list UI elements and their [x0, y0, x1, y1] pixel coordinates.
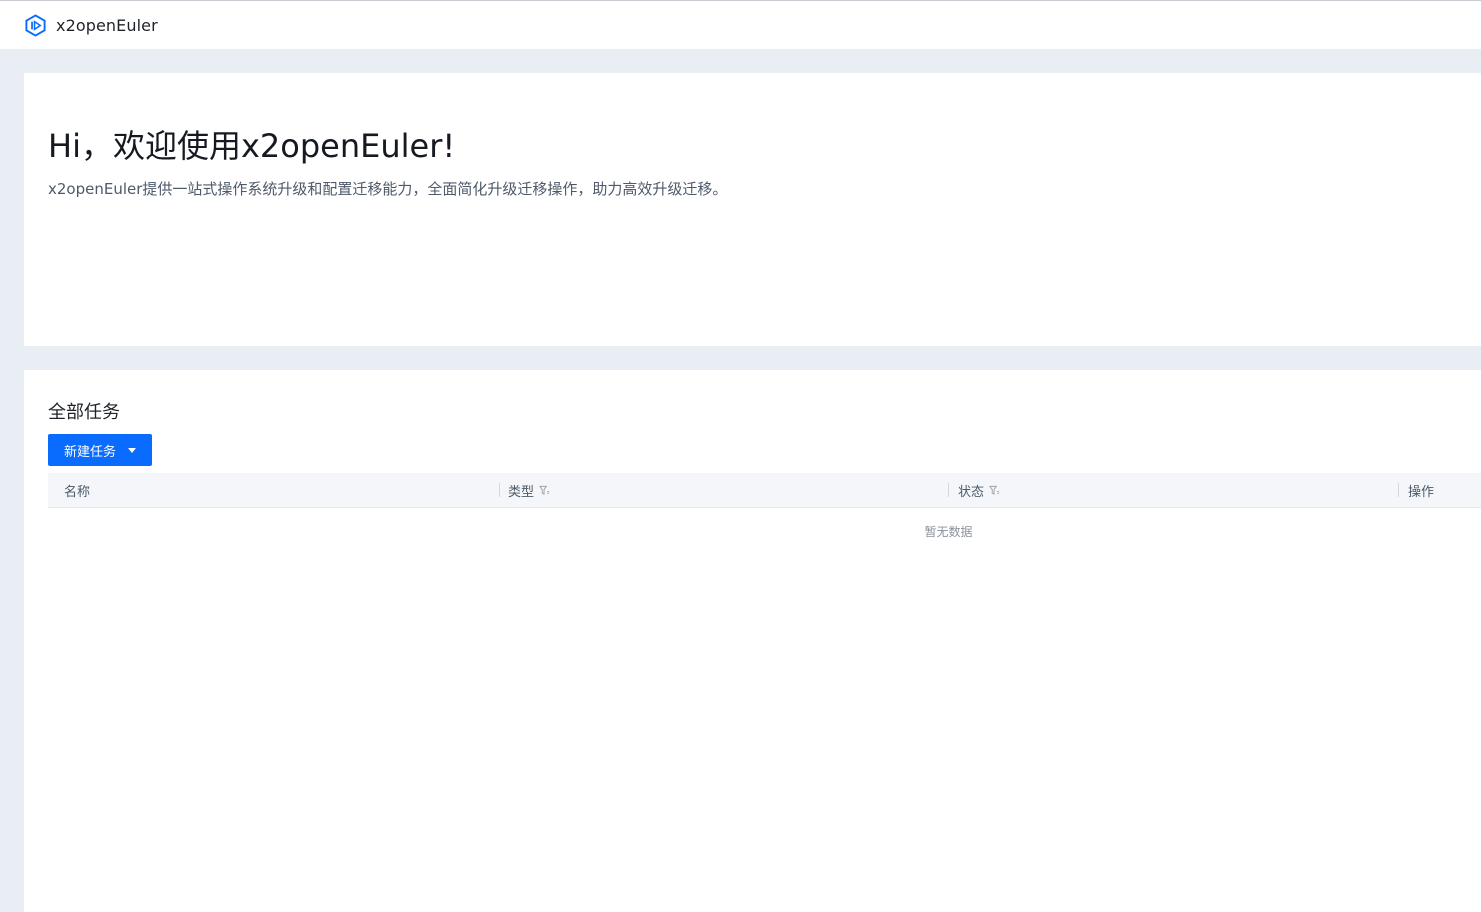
- column-type-label: 类型: [508, 484, 535, 500]
- column-name-label: 名称: [64, 484, 91, 500]
- column-header-action: 操作: [1408, 473, 1434, 507]
- column-header-type: 类型: [508, 473, 550, 507]
- new-task-button[interactable]: 新建任务: [48, 434, 152, 466]
- tasks-title: 全部任务: [48, 402, 120, 423]
- welcome-subtitle: x2openEuler提供一站式操作系统升级和配置迁移能力，全面简化升级迁移操作…: [48, 180, 728, 198]
- column-status-label: 状态: [958, 484, 985, 500]
- column-divider: [1398, 483, 1399, 497]
- welcome-card: Hi，欢迎使用x2openEuler! x2openEuler提供一站式操作系统…: [24, 73, 1481, 346]
- column-action-label: 操作: [1408, 484, 1435, 500]
- column-divider: [948, 483, 949, 497]
- status-filter-icon[interactable]: [989, 485, 1000, 496]
- empty-state-text: 暂无数据: [924, 525, 973, 539]
- type-filter-icon[interactable]: [539, 485, 550, 496]
- hexagon-logo-icon: [25, 13, 46, 37]
- new-task-label: 新建任务: [64, 444, 117, 460]
- tasks-card: 全部任务 新建任务 名称 类型 状态 操作 暂无数据: [24, 370, 1481, 912]
- column-header-name: 名称: [64, 473, 90, 507]
- caret-down-icon: [128, 447, 137, 453]
- table-header: 名称 类型 状态 操作: [48, 473, 1481, 508]
- column-header-status: 状态: [958, 473, 1000, 507]
- column-divider: [499, 483, 500, 497]
- top-header: x2openEuler: [0, 0, 1481, 49]
- tasks-table: 名称 类型 状态 操作 暂无数据: [48, 473, 1481, 539]
- app-title: x2openEuler: [56, 15, 158, 35]
- welcome-title: Hi，欢迎使用x2openEuler!: [48, 127, 456, 165]
